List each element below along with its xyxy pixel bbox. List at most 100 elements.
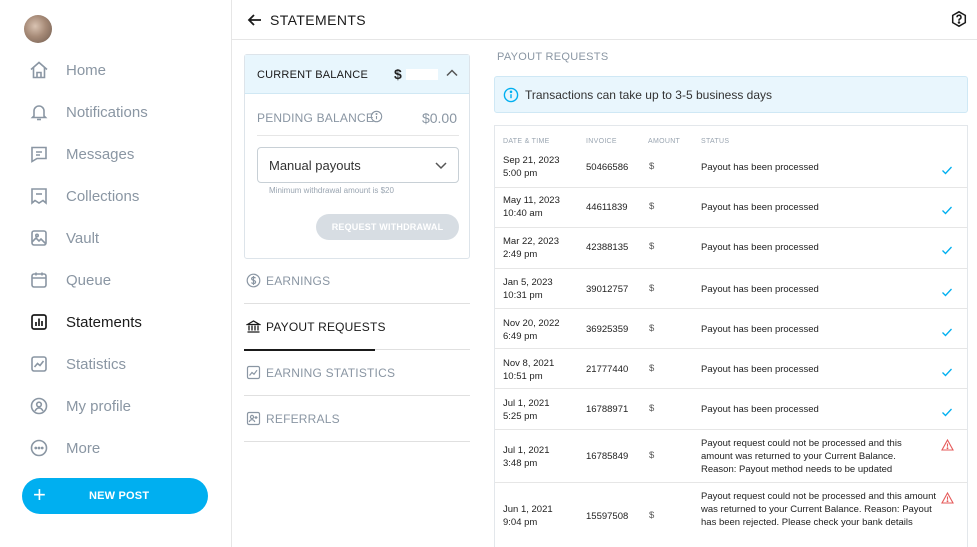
bank-icon [245, 319, 262, 334]
referral-icon [246, 411, 261, 426]
table-row: Nov 20, 2022 6:49 pm 36925359 $ Payout h… [495, 309, 967, 349]
row-amount: $ [649, 323, 655, 334]
image-icon [28, 227, 50, 249]
info-circle-icon [503, 87, 519, 103]
sidebar-item-label: Vault [66, 229, 100, 247]
info-icon[interactable] [370, 110, 383, 123]
payout-mode-value: Manual payouts [269, 158, 361, 173]
chart-bar-icon [28, 311, 50, 333]
row-date: Jul 1, 2021 [503, 445, 550, 456]
check-icon [941, 365, 953, 377]
row-status: Payout has been processed [701, 324, 819, 335]
notice-text: Transactions can take up to 3-5 business… [525, 88, 773, 102]
min-withdrawal-note: Minimum withdrawal amount is $20 [269, 186, 394, 195]
current-balance-currency: $ [394, 66, 402, 82]
sidebar-item-label: More [66, 439, 101, 457]
payouts-table: DATE & TIME INVOICE AMOUNT STATUS Sep 21… [494, 125, 968, 547]
plus-icon: + [33, 482, 46, 507]
row-date: Nov 8, 2021 [503, 358, 555, 369]
calendar-icon [28, 269, 50, 291]
sidebar-item-notifications[interactable]: Notifications [0, 91, 232, 133]
back-arrow-icon[interactable] [244, 9, 266, 31]
menu-earning-statistics-label: EARNING STATISTICS [266, 366, 396, 380]
sidebar-item-messages[interactable]: Messages [0, 133, 232, 175]
sidebar-item-collections[interactable]: Collections [0, 175, 232, 217]
home-icon [28, 59, 50, 81]
column-header: AMOUNT [648, 138, 681, 145]
sidebar-item-label: Notifications [66, 103, 148, 121]
sidebar-item-label: My profile [66, 397, 132, 415]
chevron-up-icon[interactable] [445, 66, 459, 80]
sidebar-item-label: Collections [66, 187, 140, 205]
row-invoice: 50466586 [586, 162, 629, 173]
table-row: May 11, 2023 10:40 am 44611839 $ Payout … [495, 188, 967, 228]
row-date: Nov 20, 2022 [503, 318, 560, 329]
sidebar-item-label: Statements [66, 313, 142, 331]
row-amount: $ [649, 510, 655, 521]
menu-referrals-label: REFERRALS [266, 412, 340, 426]
sidebar: Home Notifications Messages Collections … [0, 0, 232, 547]
row-date: Mar 22, 2023 [503, 236, 559, 247]
row-date: Jan 5, 2023 [503, 277, 553, 288]
row-time: 5:25 pm [503, 411, 538, 422]
menu-earnings[interactable]: EARNINGS [244, 258, 470, 304]
table-row: Jul 1, 2021 5:25 pm 16788971 $ Payout ha… [495, 389, 967, 430]
payout-mode-select[interactable]: Manual payouts [257, 147, 459, 183]
message-icon [28, 143, 50, 165]
table-row: Jul 1, 2021 3:48 pm 16785849 $ Payout re… [495, 430, 967, 483]
sidebar-item-label: Home [66, 61, 107, 79]
row-amount: $ [649, 403, 655, 414]
sidebar-item-vault[interactable]: Vault [0, 217, 232, 259]
row-date: Jul 1, 2021 [503, 398, 550, 409]
sidebar-item-queue[interactable]: Queue [0, 259, 232, 301]
row-time: 6:49 pm [503, 331, 538, 342]
row-invoice: 15597508 [586, 511, 629, 522]
row-date: May 11, 2023 [503, 195, 560, 206]
current-balance-label: CURRENT BALANCE [257, 69, 368, 81]
row-invoice: 16785849 [586, 451, 629, 462]
row-invoice: 36925359 [586, 324, 629, 335]
menu-payout-requests[interactable]: PAYOUT REQUESTS [244, 304, 470, 351]
current-balance-header[interactable]: CURRENT BALANCE $ [245, 55, 469, 94]
column-header: STATUS [701, 138, 730, 145]
sidebar-item-home[interactable]: Home [0, 49, 232, 91]
row-status: Payout request could not be processed an… [701, 438, 902, 475]
pending-balance-value: $0.00 [421, 110, 457, 126]
check-icon [941, 203, 953, 215]
row-amount: $ [649, 283, 655, 294]
request-withdrawal-button[interactable]: REQUEST WITHDRAWAL [316, 214, 459, 240]
row-time: 3:48 pm [503, 458, 538, 469]
row-invoice: 39012757 [586, 284, 629, 295]
chevron-down-icon [434, 158, 448, 172]
warning-icon [941, 491, 954, 504]
sidebar-item-statistics[interactable]: Statistics [0, 343, 232, 385]
sidebar-item-statements[interactable]: Statements [0, 301, 232, 343]
row-time: 2:49 pm [503, 249, 538, 260]
check-icon [941, 285, 953, 297]
divider [244, 441, 470, 442]
new-post-button[interactable]: + NEW POST [22, 478, 208, 514]
menu-earning-statistics[interactable]: EARNING STATISTICS [244, 350, 470, 396]
row-time: 10:31 pm [503, 290, 543, 301]
sidebar-item-my-profile[interactable]: My profile [0, 385, 232, 427]
row-status: Payout request could not be processed an… [701, 491, 937, 528]
help-icon[interactable] [950, 10, 968, 28]
row-time: 10:51 pm [503, 371, 543, 382]
menu-referrals[interactable]: REFERRALS [244, 396, 470, 442]
table-row: Nov 8, 2021 10:51 pm 21777440 $ Payout h… [495, 349, 967, 389]
menu-earnings-label: EARNINGS [266, 274, 331, 288]
sidebar-item-more[interactable]: More [0, 427, 232, 469]
avatar[interactable] [24, 15, 52, 43]
profile-icon [28, 395, 50, 417]
table-row: Mar 22, 2023 2:49 pm 42388135 $ Payout h… [495, 228, 967, 269]
row-time: 5:00 pm [503, 168, 538, 179]
balance-card: CURRENT BALANCE $ PENDING BALANCE $0.00 … [244, 54, 470, 259]
row-time: 9:04 pm [503, 517, 538, 528]
row-invoice: 16788971 [586, 404, 629, 415]
sidebar-item-label: Queue [66, 271, 112, 289]
row-status: Payout has been processed [701, 364, 819, 375]
warning-icon [941, 438, 954, 451]
divider [257, 135, 459, 136]
stats-icon [246, 365, 261, 380]
page-title: STATEMENTS [270, 12, 367, 28]
